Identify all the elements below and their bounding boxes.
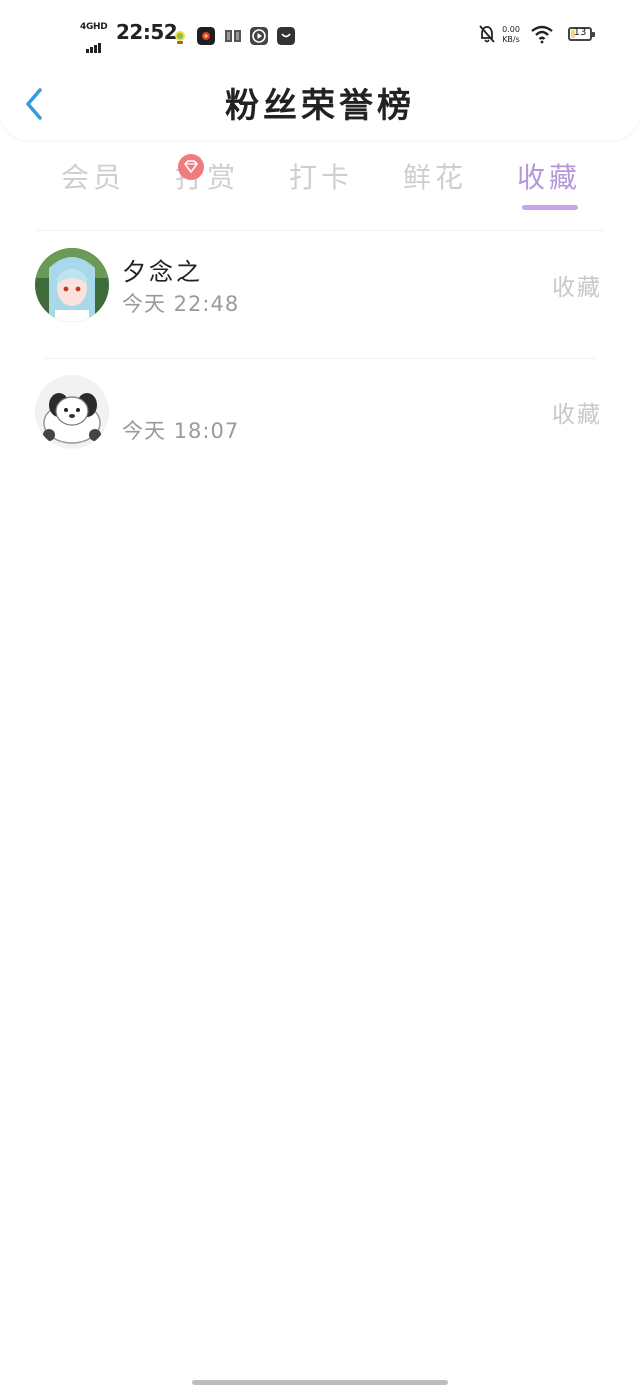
shopping-bag-icon xyxy=(277,27,295,45)
fan-list: 夕念之 今天 22:48 收藏 今天 18:07 收藏 xyxy=(0,232,640,486)
app-notification-icon xyxy=(175,31,185,44)
net-speed: 0.00 KB/s xyxy=(502,25,520,44)
status-bar: 4GHD 22:52 0.00 KB/s 13 xyxy=(0,0,640,70)
tab-rewards[interactable]: 打赏 xyxy=(150,150,264,210)
action-label: 收藏 xyxy=(552,275,602,301)
status-time: 22:52 xyxy=(116,20,178,44)
divider xyxy=(36,230,604,231)
list-item[interactable]: 今天 18:07 收藏 xyxy=(0,359,640,486)
app-header: 4GHD 22:52 0.00 KB/s 13 粉丝荣誉榜 xyxy=(0,0,640,140)
mute-bell-icon xyxy=(479,25,495,43)
tab-membership[interactable]: 会员 xyxy=(36,150,150,210)
avatar[interactable] xyxy=(35,248,109,322)
tab-bar: 会员 打赏 打卡 鲜花 收藏 xyxy=(36,150,606,210)
home-indicator[interactable] xyxy=(192,1380,448,1385)
fan-name: 夕念之 xyxy=(122,258,203,286)
video-play-icon xyxy=(250,27,268,45)
favorite-time: 今天 22:48 xyxy=(122,292,240,316)
favorite-time: 今天 18:07 xyxy=(122,419,240,443)
tab-flowers[interactable]: 鲜花 xyxy=(378,150,492,210)
battery-icon: 13 xyxy=(568,27,595,41)
wifi-icon xyxy=(531,25,553,44)
app-notification-icon xyxy=(197,27,215,45)
book-icon xyxy=(225,30,241,42)
tab-favorites[interactable]: 收藏 xyxy=(492,150,606,210)
page-title: 粉丝荣誉榜 xyxy=(225,86,415,126)
tab-checkin[interactable]: 打卡 xyxy=(264,150,378,210)
signal-icon: 4GHD xyxy=(80,22,110,53)
list-item[interactable]: 夕念之 今天 22:48 收藏 xyxy=(0,232,640,359)
action-label: 收藏 xyxy=(552,402,602,428)
avatar[interactable] xyxy=(35,375,109,449)
diamond-badge-icon xyxy=(178,154,204,180)
